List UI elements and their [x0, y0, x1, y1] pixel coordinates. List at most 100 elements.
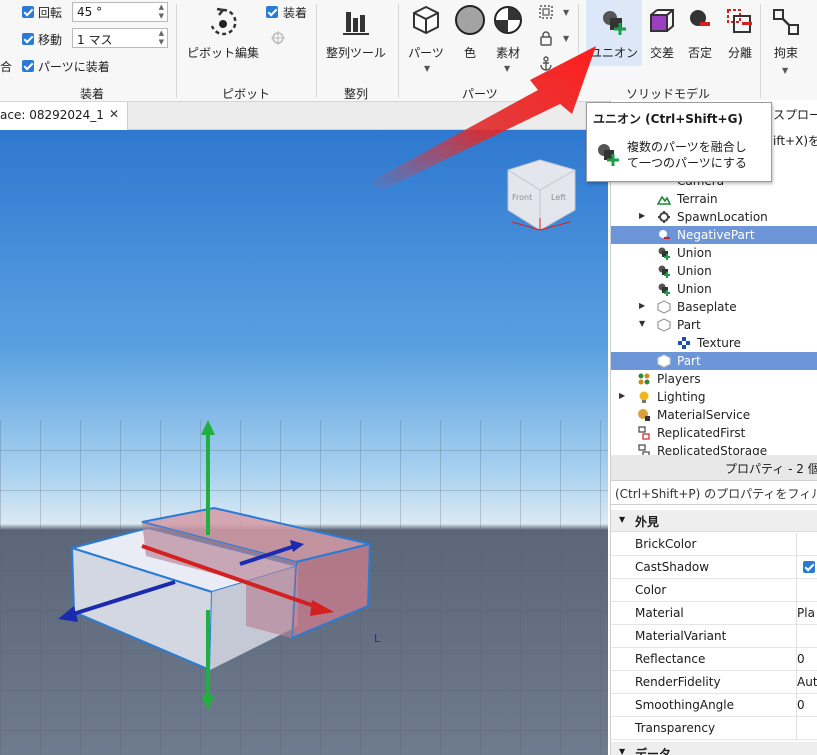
3d-viewport[interactable]: Front Left L	[0, 130, 608, 755]
tree-label: Union	[677, 264, 712, 278]
category-data[interactable]: ▼ データ	[611, 742, 817, 755]
cut-off-label: 合	[0, 60, 13, 74]
prop-name: Reflectance	[635, 652, 706, 666]
constraint-button[interactable]: 拘束	[764, 6, 808, 61]
tree-label: SpawnLocation	[677, 210, 768, 224]
tab-label: ace: 08292024_1	[0, 108, 104, 122]
tree-item-lighting[interactable]: ▶ Lighting	[611, 388, 817, 406]
part-icon	[657, 318, 671, 332]
tree-label: Union	[677, 246, 712, 260]
collapse-arrow-icon[interactable]: ▼	[619, 747, 625, 755]
prop-row-smoothingangle[interactable]: SmoothingAngle 0	[611, 694, 817, 717]
tree-label: Terrain	[677, 192, 718, 206]
annotation-arrow	[370, 46, 596, 190]
prop-row-castshadow[interactable]: CastShadow	[611, 556, 817, 579]
ribbon-divider	[760, 4, 761, 98]
pivot-edit-label: ピボット編集	[186, 46, 259, 60]
tree-label: Part	[677, 354, 701, 368]
castshadow-checkbox[interactable]	[803, 561, 815, 573]
prop-row-reflectance[interactable]: Reflectance 0	[611, 648, 817, 671]
chevron-down-icon[interactable]: ▼	[563, 8, 569, 17]
intersect-button[interactable]: 交差	[644, 6, 680, 61]
tooltip-desc-line2: て一つのパーツにする	[627, 156, 747, 170]
pivot-attach-checkbox[interactable]	[266, 6, 278, 18]
lightbulb-icon	[639, 391, 649, 403]
explorer-header: スプローラ	[773, 108, 817, 122]
union-icon	[658, 247, 670, 260]
tree-item-negativepart[interactable]: NegativePart	[611, 226, 817, 244]
close-icon[interactable]: ✕	[109, 107, 119, 121]
prop-name: Color	[635, 583, 667, 597]
move-increment-input[interactable]: 1 マス ▲ ▼	[72, 28, 168, 48]
players-icon	[638, 373, 650, 385]
tab-place-document[interactable]: ace: 08292024_1 ✕	[0, 102, 128, 130]
properties-filter-input[interactable]: (Ctrl+Shift+P) のプロパティをフィル	[611, 481, 817, 505]
tree-label: Part	[677, 318, 701, 332]
tree-item-union[interactable]: Union	[611, 280, 817, 298]
prop-value[interactable]: 0	[797, 652, 805, 666]
rotate-increment-input[interactable]: 45 ° ▲ ▼	[72, 2, 168, 22]
ribbon-divider	[316, 4, 317, 98]
collapse-arrow-icon[interactable]: ▼	[639, 319, 645, 328]
pivot-snap-icon[interactable]	[270, 30, 286, 46]
tree-item-union[interactable]: Union	[611, 244, 817, 262]
explorer-filter: ift+X)を	[773, 134, 817, 148]
tree-item-part[interactable]: Part	[611, 352, 817, 370]
tree-item-union[interactable]: Union	[611, 262, 817, 280]
chevron-down-icon[interactable]: ▼	[782, 66, 788, 75]
group-icon[interactable]	[538, 4, 554, 20]
tree-item-part[interactable]: ▼ Part	[611, 316, 817, 334]
cube-left-text: Left	[551, 193, 566, 202]
negate-icon	[690, 10, 710, 26]
prop-row-renderfidelity[interactable]: RenderFidelity Aut	[611, 671, 817, 694]
negate-label: 否定	[687, 46, 712, 60]
tree-item-replicatedstorage[interactable]: ReplicatedStorage	[611, 442, 817, 455]
prop-row-brickcolor[interactable]: BrickColor	[611, 533, 817, 556]
join-parts-checkbox[interactable]	[22, 60, 34, 72]
prop-row-transparency[interactable]: Transparency	[611, 717, 817, 740]
join-parts-label: パーツに装着	[38, 60, 110, 74]
prop-name: MaterialVariant	[635, 629, 727, 643]
rotate-label: 回転	[38, 6, 63, 20]
spinner-arrows-icon[interactable]: ▲ ▼	[159, 29, 164, 47]
tree-item-terrain[interactable]: Terrain	[611, 190, 817, 208]
tree-item-replicatedfirst[interactable]: ReplicatedFirst	[611, 424, 817, 442]
prop-name: Transparency	[635, 721, 716, 735]
tree-item-spawnlocation[interactable]: ▶ SpawnLocation	[611, 208, 817, 226]
move-value: 1 マス	[77, 33, 113, 47]
prop-row-material[interactable]: Material Pla	[611, 602, 817, 625]
expand-arrow-icon[interactable]: ▶	[639, 211, 645, 220]
tree-label: NegativePart	[677, 228, 755, 242]
prop-row-color[interactable]: Color	[611, 579, 817, 602]
properties-panel: プロパティ - 2 個のア (Ctrl+Shift+P) のプロパティをフィル …	[610, 455, 817, 755]
collapse-arrow-icon[interactable]: ▼	[619, 515, 625, 524]
expand-arrow-icon[interactable]: ▶	[619, 391, 625, 400]
negate-button[interactable]: 否定	[682, 6, 718, 61]
properties-title: プロパティ - 2 個のア	[611, 455, 817, 481]
group-label-attach: 装着	[80, 87, 105, 101]
move-checkbox[interactable]	[22, 33, 34, 45]
prop-value[interactable]: Pla	[797, 606, 815, 620]
constraint-icon	[773, 9, 799, 35]
union-icon	[658, 283, 670, 296]
separate-label: 分離	[727, 46, 752, 60]
move-label: 移動	[38, 33, 63, 47]
part-icon	[657, 354, 671, 368]
tree-item-materialservice[interactable]: MaterialService	[611, 406, 817, 424]
tree-label: Texture	[697, 336, 741, 350]
expand-arrow-icon[interactable]: ▶	[639, 301, 645, 310]
tree-item-texture[interactable]: Texture	[611, 334, 817, 352]
tree-item-baseplate[interactable]: ▶ Baseplate	[611, 298, 817, 316]
prop-row-materialvariant[interactable]: MaterialVariant	[611, 625, 817, 648]
category-appearance[interactable]: ▼ 外見	[611, 510, 817, 532]
pivot-edit-button[interactable]: ピボット編集	[184, 6, 262, 61]
tree-item-players[interactable]: Players	[611, 370, 817, 388]
separate-button[interactable]: 分離	[720, 6, 760, 61]
prop-value[interactable]: 0	[797, 698, 805, 712]
ribbon-divider	[176, 4, 177, 98]
rotate-checkbox[interactable]	[22, 6, 34, 18]
prop-value[interactable]: Aut	[797, 675, 817, 689]
spinner-arrows-icon[interactable]: ▲ ▼	[159, 3, 164, 21]
union-icon	[603, 11, 626, 35]
category-label: データ	[635, 747, 672, 755]
